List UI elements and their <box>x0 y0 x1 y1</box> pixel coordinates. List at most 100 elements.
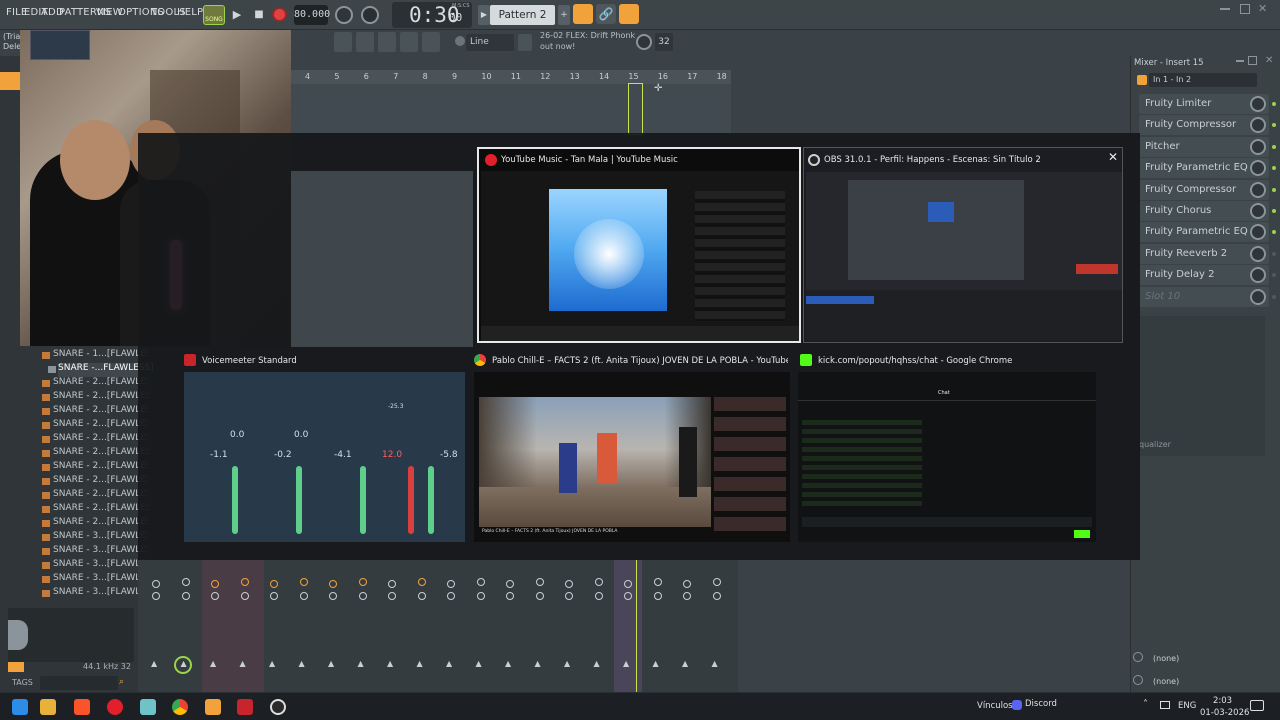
browser-item[interactable]: SNARE - 3...[FLAWLESS] <box>53 531 148 545</box>
route-arrow-icon[interactable]: ▲ <box>712 659 718 668</box>
shop-icon[interactable] <box>518 34 532 51</box>
insert-pan-knob[interactable] <box>506 580 514 588</box>
insert-volume-knob[interactable] <box>358 592 367 600</box>
insert-volume-knob[interactable] <box>712 592 721 600</box>
master-volume-knob[interactable] <box>361 6 379 24</box>
search-icon[interactable]: ⌕ <box>119 677 124 687</box>
channel-rack-icon[interactable] <box>378 32 396 52</box>
insert-pan-knob[interactable] <box>152 580 160 588</box>
fx-enable-led[interactable] <box>1272 230 1276 235</box>
route-arrow-icon[interactable]: ▲ <box>299 659 305 668</box>
browser-item[interactable]: SNARE - 3...[FLAWLESS] <box>53 559 148 573</box>
insert-pan-knob[interactable] <box>211 580 219 588</box>
fx-mix-knob[interactable] <box>1250 288 1266 305</box>
route-arrow-icon[interactable]: ▲ <box>210 659 216 668</box>
insert-pan-knob[interactable] <box>653 578 662 586</box>
route-arrow-icon[interactable]: ▲ <box>269 659 275 668</box>
window-thumb-youtube-music[interactable]: YouTube Music - Tan Mala | YouTube Music <box>477 147 801 343</box>
plugin-picker-icon[interactable] <box>422 32 440 52</box>
bar-number[interactable]: 5 <box>334 72 339 81</box>
window-thumb-obs[interactable]: OBS 31.0.1 - Perfil: Happens - Escenas: … <box>803 147 1123 343</box>
route-arrow-icon[interactable]: ▲ <box>623 659 629 668</box>
fx-enable-led[interactable] <box>1272 187 1276 192</box>
browser-item[interactable]: SNARE - 2...[FLAWLESS] <box>53 447 148 461</box>
browser-item[interactable]: SNARE - 2...[FLAWLESS] <box>53 377 148 391</box>
mixer-icon[interactable] <box>400 32 418 52</box>
bar-number[interactable]: 18 <box>717 72 727 81</box>
bar-number[interactable]: 4 <box>305 72 310 81</box>
mixer-maximize-icon[interactable] <box>1248 56 1257 65</box>
notification-icon[interactable] <box>1250 700 1264 711</box>
chrome-taskbar-icon[interactable] <box>172 699 188 715</box>
discord-label[interactable]: Discord <box>1025 699 1057 709</box>
send-1-label[interactable]: (none) <box>1153 654 1179 663</box>
snap-selector[interactable]: Line <box>466 34 514 51</box>
piano-roll-icon[interactable] <box>356 32 374 52</box>
route-arrow-icon[interactable]: ▲ <box>594 659 600 668</box>
insert-pan-knob[interactable] <box>594 578 603 586</box>
insert-volume-knob[interactable] <box>240 592 249 600</box>
minimize-icon[interactable] <box>1220 8 1230 10</box>
route-arrow-icon[interactable]: ▲ <box>151 659 157 668</box>
browser-item[interactable]: SNARE - 3...[FLAWLESS] <box>53 573 148 587</box>
insert-volume-knob[interactable] <box>683 592 691 600</box>
master-link-knob[interactable] <box>174 656 192 674</box>
insert-pan-knob[interactable] <box>358 578 367 586</box>
news-line1[interactable]: 26-02 FLEX: Drift Phonk <box>540 31 635 40</box>
insert-volume-knob[interactable] <box>329 592 337 600</box>
link-icon[interactable]: 🔗 <box>596 4 616 24</box>
insert-pan-knob[interactable] <box>181 578 190 586</box>
browser-item[interactable]: SNARE - 2...[FLAWLESS] <box>53 517 148 531</box>
fx-enable-led[interactable] <box>1272 273 1276 278</box>
browser-item[interactable]: SNARE - 3...[FLAWLESS] <box>53 545 148 559</box>
window-thumb-voicemeeter[interactable]: Voicemeeter Standard -1.1 -0.2 -4.1 12.0 -5.… <box>182 353 465 543</box>
wave-icon[interactable] <box>573 4 593 24</box>
playlist-icon[interactable] <box>334 32 352 52</box>
fx-enable-led[interactable] <box>1272 123 1276 128</box>
insert-pan-knob[interactable] <box>712 578 721 586</box>
fl-studio-taskbar-icon[interactable] <box>205 699 221 715</box>
typing-keyboard-icon[interactable] <box>619 4 639 24</box>
insert-pan-knob[interactable] <box>447 580 455 588</box>
insert-volume-knob[interactable] <box>476 592 485 600</box>
bar-number[interactable]: 14 <box>599 72 609 81</box>
route-arrow-icon[interactable]: ▲ <box>387 659 393 668</box>
insert-volume-knob[interactable] <box>270 592 278 600</box>
pattern-add-icon[interactable]: + <box>558 5 570 25</box>
insert-pan-knob[interactable] <box>535 578 544 586</box>
browser-item[interactable]: SNARE - 2...[FLAWLESS] <box>53 391 148 405</box>
insert-pan-knob[interactable] <box>329 580 337 588</box>
brave-icon[interactable] <box>74 699 90 715</box>
route-arrow-icon[interactable]: ▲ <box>476 659 482 668</box>
insert-pan-knob[interactable] <box>240 578 249 586</box>
mixer-close-icon[interactable]: ✕ <box>1265 55 1273 66</box>
bar-number[interactable]: 10 <box>481 72 491 81</box>
bar-number[interactable]: 6 <box>364 72 369 81</box>
links-toolbar[interactable]: Vínculos <box>977 701 1013 711</box>
insert-volume-knob[interactable] <box>152 592 160 600</box>
metronome-icon[interactable] <box>335 6 353 24</box>
file-explorer-icon[interactable] <box>40 699 56 715</box>
insert-pan-knob[interactable] <box>270 580 278 588</box>
send-2-label[interactable]: (none) <box>1153 677 1179 686</box>
fx-enable-led[interactable] <box>1272 144 1276 149</box>
browser-item[interactable]: SNARE - 3...[FLAWLESS] <box>53 587 148 601</box>
bar-number[interactable]: 17 <box>687 72 697 81</box>
insert-pan-knob[interactable] <box>565 580 573 588</box>
discord-icon[interactable] <box>1012 700 1022 710</box>
window-thumb-youtube-chrome[interactable]: Pablo Chill-E – FACTS 2 (ft. Anita Tijou… <box>474 353 790 543</box>
preview-play-icon[interactable] <box>8 662 24 672</box>
browser-item[interactable]: SNARE - 1...[FLAWLESS] <box>53 349 148 363</box>
fl-window-thumbnail[interactable] <box>291 171 473 347</box>
fx-mix-knob[interactable] <box>1250 245 1266 262</box>
send-knob-2[interactable] <box>1133 675 1143 685</box>
insert-volume-knob[interactable] <box>535 592 544 600</box>
fx-mix-knob[interactable] <box>1250 181 1266 198</box>
language-indicator[interactable]: ENG <box>1178 701 1196 711</box>
bar-number[interactable]: 7 <box>393 72 398 81</box>
insert-volume-knob[interactable] <box>653 592 662 600</box>
clock-date[interactable]: 01-03-2026 <box>1200 708 1249 718</box>
fx-mix-knob[interactable] <box>1250 138 1266 155</box>
menu-help[interactable]: HELP <box>177 7 203 18</box>
record-icon[interactable] <box>272 7 287 22</box>
